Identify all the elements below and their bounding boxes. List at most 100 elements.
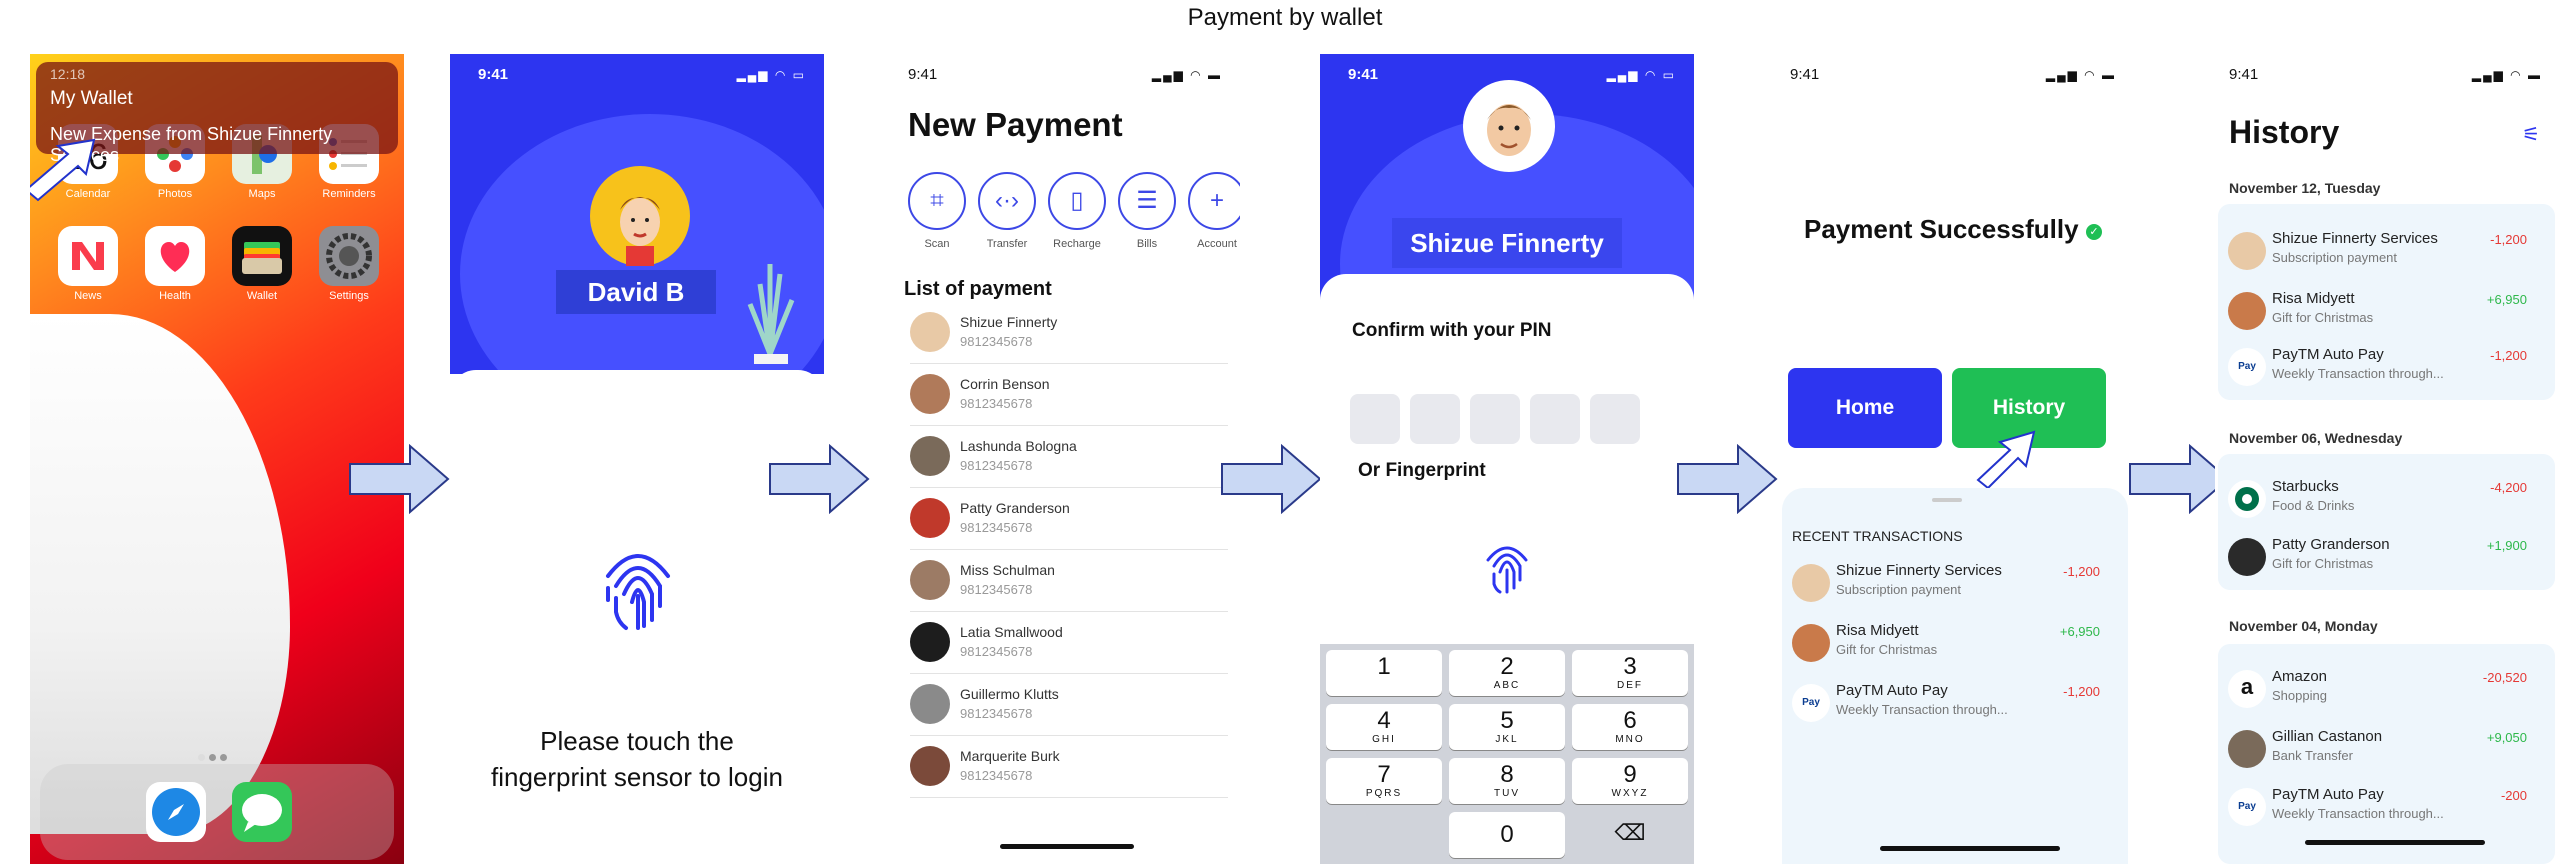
drag-handle[interactable] [1932, 498, 1962, 502]
contact-row[interactable]: Patty Granderson 9812345678 [910, 488, 1228, 550]
avatar [910, 312, 950, 352]
account-button[interactable]: + [1188, 172, 1240, 230]
transfer-button[interactable]: ‹·› [978, 172, 1036, 230]
key-1[interactable]: 1 [1326, 650, 1442, 696]
bills-button[interactable]: ☰ [1118, 172, 1176, 230]
app-label: News [74, 290, 102, 302]
key-8[interactable]: 8 TUV [1449, 758, 1565, 804]
plus-icon: + [1209, 187, 1224, 214]
recent-title: RECENT TRANSACTIONS [1792, 528, 1963, 544]
contact-name: Patty Granderson [960, 500, 1070, 516]
pin-digit-box[interactable] [1530, 394, 1580, 444]
contact-phone: 9812345678 [960, 396, 1033, 411]
settings-app[interactable]: Settings [319, 226, 379, 302]
transaction-row[interactable]: Shizue Finnerty Services Subscription pay… [2218, 228, 2555, 288]
page-dots [198, 748, 236, 761]
transaction-row[interactable]: Pay PayTM Auto Pay Weekly Transaction thro… [1782, 680, 2128, 740]
contact-row[interactable]: Shizue Finnerty 9812345678 [910, 302, 1228, 364]
user-name: David B [556, 270, 716, 314]
page-title: Payment by wallet [1187, 4, 1383, 31]
history-group: a Amazon Shopping -20,520 Gillian Castanon B… [2218, 644, 2555, 864]
news-app[interactable]: News [58, 226, 118, 302]
contact-name: Corrin Benson [960, 376, 1050, 392]
key-4[interactable]: 4 GHI [1326, 704, 1442, 750]
app-label: Photos [157, 188, 193, 200]
message-icon [242, 794, 282, 832]
contact-row[interactable]: Corrin Benson 9812345678 [910, 364, 1228, 426]
transaction-row[interactable]: Pay PayTM Auto Pay Weekly Transaction thro… [2218, 784, 2555, 844]
health-app[interactable]: Health [145, 226, 205, 302]
messages-app[interactable] [232, 782, 292, 842]
status-time: 9:41 [2229, 66, 2259, 83]
transaction-row[interactable]: Risa Midyett Gift for Christmas +6,950 [1782, 620, 2128, 680]
avatar [2228, 232, 2266, 270]
contact-name: Marquerite Burk [960, 748, 1060, 764]
app-label: Settings [329, 290, 369, 302]
contact-row[interactable]: Guillermo Klutts 9812345678 [910, 674, 1228, 736]
transaction-row[interactable]: Gillian Castanon Bank Transfer +9,050 [2218, 726, 2555, 786]
notification-app-name: My Wallet [50, 88, 133, 109]
key-5[interactable]: 5 JKL [1449, 704, 1565, 750]
safari-app[interactable] [146, 782, 206, 842]
dock [40, 764, 394, 860]
contact-name: Shizue Finnerty [960, 314, 1058, 330]
contact-phone: 9812345678 [960, 644, 1033, 659]
transaction-row[interactable]: Shizue Finnerty Services Subscription pay… [1782, 560, 2128, 620]
key-3[interactable]: 3 DEF [1572, 650, 1688, 696]
wallet-app[interactable]: Wallet [232, 226, 292, 302]
recharge-button[interactable]: ▯ [1048, 172, 1106, 230]
home-indicator [1880, 846, 2060, 851]
contact-name: Latia Smallwood [960, 624, 1063, 640]
paytm-logo: Pay [2228, 348, 2266, 386]
pin-digit-box[interactable] [1350, 394, 1400, 444]
key-2[interactable]: 2 ABC [1449, 650, 1565, 696]
home-indicator [1000, 844, 1134, 849]
notification-time: 12:18 [50, 66, 86, 82]
avatar [910, 498, 950, 538]
pin-digit-box[interactable] [1470, 394, 1520, 444]
contact-phone: 9812345678 [960, 520, 1033, 535]
transaction-row[interactable]: Starbucks Food & Drinks -4,200 [2218, 476, 2555, 536]
pin-digit-box[interactable] [1410, 394, 1460, 444]
contact-row[interactable]: Miss Schulman 9812345678 [910, 550, 1228, 612]
key-6[interactable]: 6 MNO [1572, 704, 1688, 750]
gear-icon [326, 233, 372, 279]
fingerprint-icon[interactable] [596, 536, 680, 632]
backspace-icon[interactable]: ⌫ [1610, 820, 1650, 850]
check-icon: ✓ [2086, 224, 2102, 240]
home-button[interactable]: Home [1788, 368, 1942, 448]
key-9[interactable]: 9 WXYZ [1572, 758, 1688, 804]
fingerprint-icon[interactable] [1482, 536, 1532, 594]
transaction-row[interactable]: a Amazon Shopping -20,520 [2218, 666, 2555, 726]
contact-phone: 9812345678 [960, 334, 1033, 349]
home-indicator [2305, 840, 2485, 845]
pin-digit-box[interactable] [1590, 394, 1640, 444]
starbucks-logo [2228, 480, 2266, 518]
filter-icon[interactable]: ⚟ [2522, 122, 2540, 147]
fingerprint-title: Or Fingerprint [1358, 460, 1486, 481]
avatar [910, 746, 950, 786]
key-0[interactable]: 0 [1449, 812, 1565, 858]
avatar [1463, 80, 1555, 172]
status-time: 9:41 [908, 66, 938, 83]
avatar [910, 436, 950, 476]
scan-button[interactable]: ⌗ [908, 172, 966, 230]
avatar [590, 166, 690, 266]
status-icons: ▂▄▆ ◠ ▭ [1606, 68, 1676, 82]
transaction-row[interactable]: Patty Granderson Gift for Christmas +1,900 [2218, 534, 2555, 594]
transaction-row[interactable]: Risa Midyett Gift for Christmas +6,950 [2218, 288, 2555, 348]
avatar [910, 374, 950, 414]
flow-canvas: Payment by wallet 16 Calendar Photos Map… [0, 0, 2570, 867]
contact-row[interactable]: Lashunda Bologna 9812345678 [910, 426, 1228, 488]
screen-heading: History [2229, 114, 2340, 150]
plant-icon [747, 264, 795, 364]
transaction-row[interactable]: Pay PayTM Auto Pay Weekly Transaction thro… [2218, 344, 2555, 404]
avatar-face-icon [1487, 104, 1531, 156]
contact-row[interactable]: Marquerite Burk 9812345678 [910, 736, 1228, 798]
contact-row[interactable]: Latia Smallwood 9812345678 [910, 612, 1228, 674]
key-7[interactable]: 7 PQRS [1326, 758, 1442, 804]
compass-icon [152, 788, 200, 836]
contact-phone: 9812345678 [960, 768, 1033, 783]
cursor-arrow-icon [30, 138, 96, 202]
payee-name: Shizue Finnerty [1392, 218, 1622, 268]
